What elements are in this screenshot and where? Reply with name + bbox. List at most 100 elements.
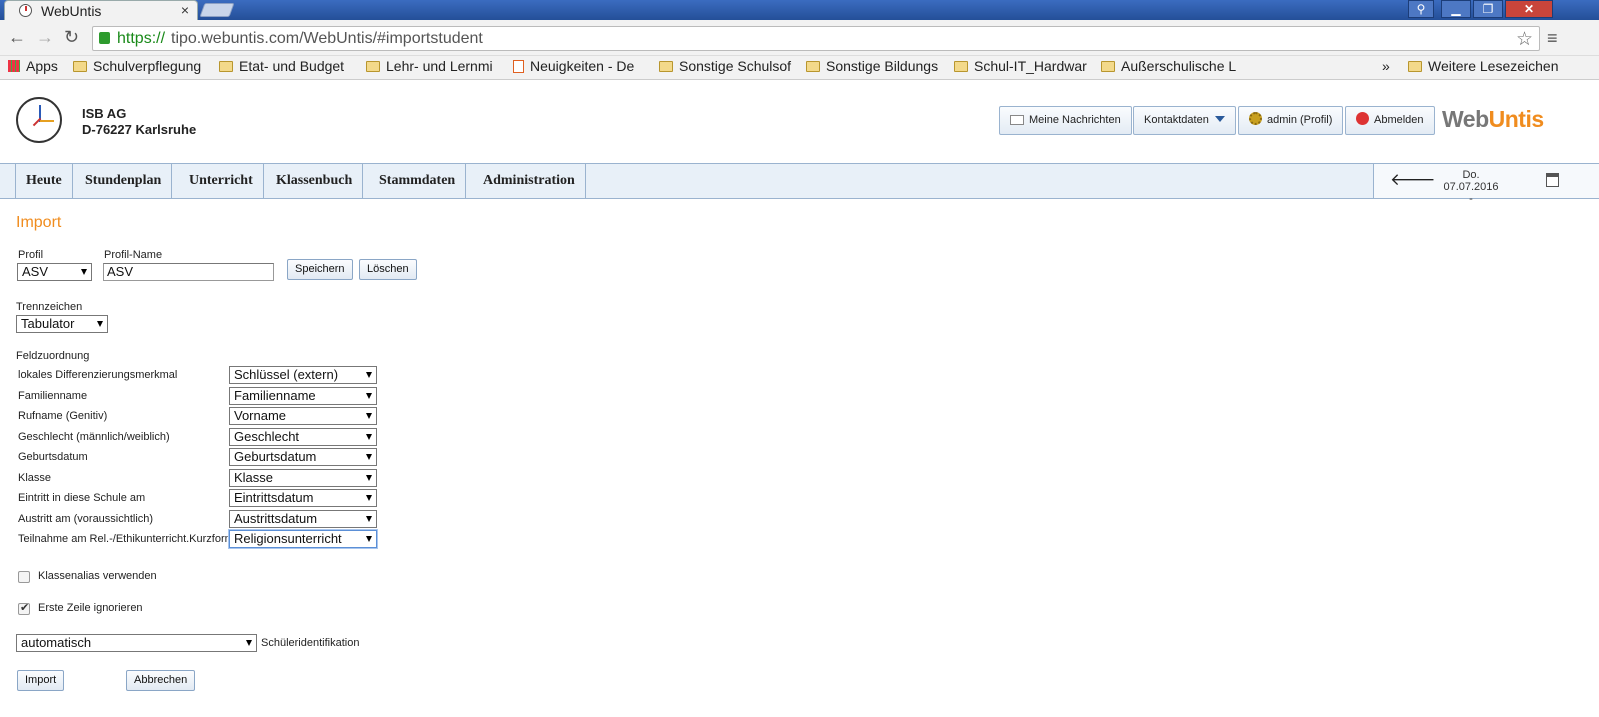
contact-data-dropdown[interactable]: Kontaktdaten: [1133, 106, 1236, 135]
class-alias-checkbox[interactable]: [18, 571, 30, 583]
mapping-select[interactable]: Religionsunterricht: [229, 530, 377, 548]
bookmark-item[interactable]: Sonstige Schulsof: [659, 58, 795, 74]
browser-menu-icon[interactable]: ≡: [1547, 28, 1558, 49]
close-window-button[interactable]: ✕: [1505, 0, 1553, 18]
dropdown-caret-icon: [366, 454, 372, 460]
dropdown-caret-icon: [366, 413, 372, 419]
mapping-field-label: Austritt am (voraussichtlich): [18, 513, 154, 525]
nav-item-stammdaten[interactable]: Stammdaten: [369, 164, 467, 198]
profile-name-label: Profil-Name: [104, 249, 163, 261]
bookmark-item[interactable]: Sonstige Bildungs: [806, 58, 944, 74]
user-profile-icon[interactable]: ⚲: [1408, 0, 1434, 18]
url-scheme: https://: [117, 30, 166, 47]
tab-title: WebUntis: [41, 3, 102, 19]
nav-item-klassenbuch[interactable]: Klassenbuch: [266, 164, 364, 198]
profile-button[interactable]: admin (Profil): [1238, 106, 1344, 135]
school-name: ISB AG: [82, 106, 127, 121]
webuntis-logo: WebUntis: [1442, 106, 1544, 132]
clock-favicon-icon: [19, 4, 32, 17]
mapping-select[interactable]: Austrittsdatum: [229, 510, 377, 528]
dropdown-caret-icon: [366, 372, 372, 378]
back-arrow-icon[interactable]: ←: [8, 27, 26, 48]
dropdown-caret-icon: [366, 516, 372, 522]
nav-item-administration[interactable]: Administration: [473, 164, 586, 198]
mapping-select[interactable]: Geschlecht: [229, 428, 377, 446]
mapping-field-label: lokales Differenzierungsmerkmal: [18, 369, 178, 381]
date-navigator: 🡐 Do. 07.07.2016 -: [1373, 164, 1599, 205]
folder-icon: [659, 61, 673, 72]
school-clock-logo-icon: [16, 97, 62, 143]
page-title: Import: [16, 214, 62, 231]
arrow-left-icon[interactable]: 🡐: [1390, 170, 1436, 190]
bookmarks-bar: Apps Schulverpflegung Etat- und Budget L…: [0, 56, 1599, 80]
import-button[interactable]: Import: [17, 670, 65, 691]
power-icon: [1356, 112, 1369, 125]
messages-button[interactable]: Meine Nachrichten: [999, 106, 1132, 135]
separator-label: Trennzeichen: [16, 301, 83, 313]
save-button[interactable]: Speichern: [287, 259, 353, 280]
bookmarks-overflow-button[interactable]: »: [1382, 58, 1390, 74]
folder-icon: [366, 61, 380, 72]
delete-button[interactable]: Löschen: [359, 259, 417, 280]
mapping-select[interactable]: Geburtsdatum: [229, 448, 377, 466]
mapping-field-label: Geschlecht (männlich/weiblich): [18, 431, 170, 443]
calendar-icon[interactable]: [1546, 173, 1559, 187]
mapping-field-label: Familienname: [18, 390, 88, 402]
minimize-button[interactable]: ▁: [1441, 0, 1471, 18]
bookmark-item[interactable]: Schul-IT_Hardwar: [954, 58, 1090, 74]
ignore-first-row-checkbox[interactable]: [18, 601, 30, 615]
nav-item-stundenplan[interactable]: Stundenplan: [75, 164, 173, 198]
mapping-select[interactable]: Familienname: [229, 387, 377, 405]
profile-select[interactable]: ASV: [17, 263, 92, 281]
cancel-button[interactable]: Abbrechen: [126, 670, 196, 691]
dropdown-caret-icon: [366, 393, 372, 399]
bookmark-item[interactable]: Außerschulische L: [1101, 58, 1237, 74]
student-identification-select[interactable]: automatisch: [16, 634, 257, 652]
nav-item-unterricht[interactable]: Unterricht: [179, 164, 264, 198]
mapping-select[interactable]: Vorname: [229, 407, 377, 425]
folder-icon: [73, 61, 87, 72]
mapping-field-label: Teilnahme am Rel.-/Ethikunterricht.Kurzf…: [18, 533, 234, 545]
bookmark-item[interactable]: Lehr- und Lernmi: [366, 58, 500, 74]
student-identification-label: Schüleridentifikation: [261, 637, 360, 649]
forward-arrow-icon[interactable]: →: [36, 27, 54, 48]
gear-icon: [1249, 112, 1262, 125]
page-icon: [513, 60, 524, 73]
current-date[interactable]: Do. 07.07.2016 -: [1434, 169, 1508, 205]
profile-name-input[interactable]: ASV: [103, 263, 274, 281]
nav-item-heute[interactable]: Heute: [16, 164, 73, 198]
dropdown-caret-icon: [366, 434, 372, 440]
dropdown-caret-icon: [97, 321, 103, 327]
school-city: D-76227 Karlsruhe: [82, 122, 197, 137]
mapping-select[interactable]: Klasse: [229, 469, 377, 487]
bookmark-star-icon[interactable]: ☆: [1516, 28, 1533, 51]
mapping-field-label: Geburtsdatum: [18, 451, 88, 463]
separator-select[interactable]: Tabulator: [16, 315, 108, 333]
other-bookmarks[interactable]: Weitere Lesezeichen: [1408, 58, 1558, 74]
bookmark-item[interactable]: Neuigkeiten - De: [513, 58, 647, 74]
maximize-button[interactable]: ❐: [1473, 0, 1503, 18]
browser-tabstrip: WebUntis × ⚲ ▁ ❐ ✕: [0, 0, 1599, 20]
new-tab-button[interactable]: [199, 3, 235, 17]
mapping-field-label: Rufname (Genitiv): [18, 410, 108, 422]
folder-icon: [806, 61, 820, 72]
mail-icon: [1010, 115, 1024, 125]
ignore-first-row-label: Erste Zeile ignorieren: [38, 602, 143, 614]
dropdown-caret-icon: [366, 495, 372, 501]
folder-icon: [219, 61, 233, 72]
browser-toolbar: ← → ↻ https:// tipo.webuntis.com/WebUnti…: [0, 20, 1599, 56]
tab-close-icon[interactable]: ×: [181, 2, 189, 18]
dropdown-caret-icon: [246, 640, 252, 646]
main-nav: Heute Stundenplan Unterricht Klassenbuch…: [0, 163, 1599, 205]
address-bar[interactable]: https:// tipo.webuntis.com/WebUntis/#imp…: [92, 26, 1540, 51]
bookmark-item[interactable]: Etat- und Budget: [219, 58, 355, 74]
mapping-field-label: Eintritt in diese Schule am: [18, 492, 146, 504]
logout-button[interactable]: Abmelden: [1345, 106, 1435, 135]
bookmark-item[interactable]: Schulverpflegung: [73, 58, 211, 74]
browser-tab[interactable]: WebUntis ×: [4, 0, 198, 20]
reload-icon[interactable]: ↻: [64, 27, 79, 48]
mapping-select[interactable]: Eintrittsdatum: [229, 489, 377, 507]
dropdown-caret-icon: [81, 269, 87, 275]
bookmark-apps[interactable]: Apps: [8, 58, 58, 74]
mapping-select[interactable]: Schlüssel (extern): [229, 366, 377, 384]
